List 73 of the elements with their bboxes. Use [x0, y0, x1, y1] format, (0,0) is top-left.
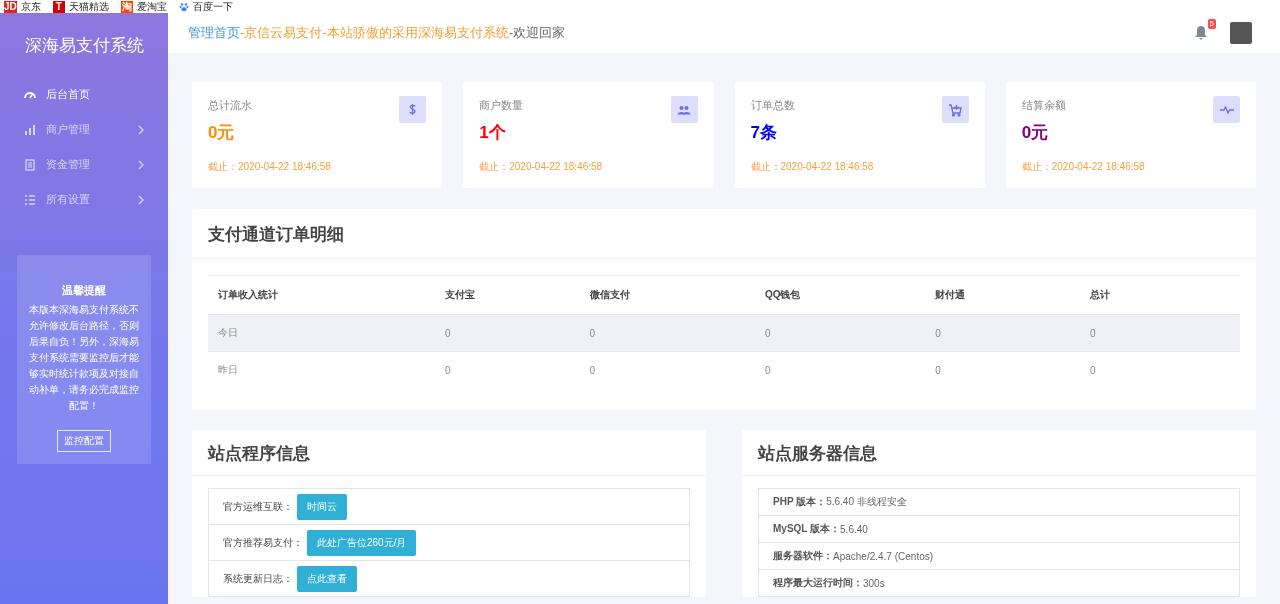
bell-icon[interactable] [1194, 25, 1208, 41]
dollar-icon [408, 103, 418, 116]
chevron-right-icon [138, 159, 144, 170]
column-header: 总计 [1080, 275, 1240, 315]
logo-icon: JD [4, 0, 17, 13]
table-cell: 0 [435, 351, 580, 388]
info-row: PHP 版本：5.6.40 非线程安全 [759, 489, 1239, 516]
nav-item[interactable]: 资金管理 [0, 147, 168, 182]
nav-item[interactable]: 商户管理 [0, 112, 168, 147]
column-header: 支付宝 [435, 275, 580, 315]
table-cell: 0 [925, 314, 1080, 352]
table-cell: 0 [1080, 351, 1240, 388]
info-label: 系统更新日志： [223, 571, 293, 586]
chevron-right-icon [138, 124, 144, 135]
bar-chart-icon [24, 123, 36, 136]
info-row: 程序最大运行时间：300s [759, 570, 1239, 597]
timestamp: 截止：2020-04-22 18:46:58 [479, 160, 604, 174]
table-cell: 0 [435, 314, 580, 352]
logo-icon: 淘 [120, 0, 133, 13]
users-icon [677, 104, 691, 115]
document-icon [24, 158, 36, 171]
info-label: 官方推荐易支付： [223, 535, 303, 550]
timestamp: 截止：2020-04-22 18:46:58 [1021, 160, 1146, 174]
table-cell: 0 [754, 351, 926, 388]
pulse-icon [1219, 105, 1234, 114]
breadcrumb: 管理首页-京信云易支付-本站骄傲的采用深海易支付系统-欢迎回家 [188, 24, 567, 42]
stat-value: 1个 [479, 122, 507, 144]
notice-text: 本版本深海易支付系统不允许修改后台路径，否则后果自负！另外，深海易支付系统需要监控后才能够实时统计款项及对接自动补单，请务必完成监控配置！ [29, 303, 139, 413]
bookmark-link[interactable]: 京东 [20, 0, 41, 13]
stat-value: 7条 [750, 122, 778, 144]
bookmark-link[interactable]: 天猫精选 [68, 0, 109, 13]
table-cell: 0 [579, 314, 755, 352]
link-button[interactable]: 时间云 [297, 493, 347, 520]
column-header: 财付通 [925, 275, 1080, 315]
stat-value: 0元 [208, 122, 236, 144]
notice-title: 温馨提醒 [61, 283, 107, 298]
table-cell: 今日 [208, 314, 436, 352]
info-row: MySQL 版本：5.6.40 [759, 516, 1239, 543]
table-cell: 0 [579, 351, 755, 388]
timestamp: 截止：2020-04-22 18:46:58 [750, 160, 875, 174]
stat-title: 结算余额 [1021, 98, 1066, 113]
notification-badge: 5 [1207, 19, 1216, 29]
bookmark-link[interactable]: 爱淘宝 [136, 0, 167, 13]
link-button[interactable]: 点此查看 [297, 565, 357, 592]
table-row[interactable]: 昨日 0 0 0 0 0 [208, 351, 1240, 388]
monitor-config-button[interactable]: 监控配置 [57, 430, 111, 452]
nav-item[interactable]: 所有设置 [0, 182, 168, 217]
cart-icon [948, 102, 963, 117]
column-header: 微信支付 [579, 275, 755, 315]
stat-title: 订单总数 [750, 98, 795, 113]
panel-title: 站点程序信息 [192, 430, 706, 476]
panel-title: 支付通道订单明细 [192, 209, 1256, 259]
table-row[interactable]: 今日 0 0 0 0 0 [208, 314, 1240, 352]
link-button[interactable]: 此处广告位260元/月 [307, 529, 417, 556]
logo-icon: T [52, 0, 65, 13]
table-cell: 0 [754, 314, 926, 352]
panel-title: 站点服务器信息 [742, 430, 1256, 476]
stat-title: 总计流水 [208, 98, 252, 113]
list-icon [24, 193, 36, 206]
stat-title: 商户数量 [479, 98, 524, 113]
app-title: 深海易支付系统 [23, 34, 145, 57]
chevron-right-icon [138, 194, 144, 205]
info-row: 服务器软件：Apache/2.4.7 (Centos) [759, 543, 1239, 570]
nav-item[interactable]: 后台首页 [0, 77, 168, 112]
timestamp: 截止：2020-04-22 18:46:58 [208, 160, 332, 174]
bookmark-link[interactable]: 百度一下 [192, 0, 233, 13]
info-label: 官方运维互联： [223, 499, 293, 514]
column-header: 订单收入统计 [208, 275, 436, 315]
table-cell: 0 [925, 351, 1080, 388]
table-cell: 0 [1080, 314, 1240, 352]
stat-value: 0元 [1021, 122, 1050, 144]
table-cell: 昨日 [208, 351, 436, 388]
column-header: QQ钱包 [754, 275, 926, 315]
